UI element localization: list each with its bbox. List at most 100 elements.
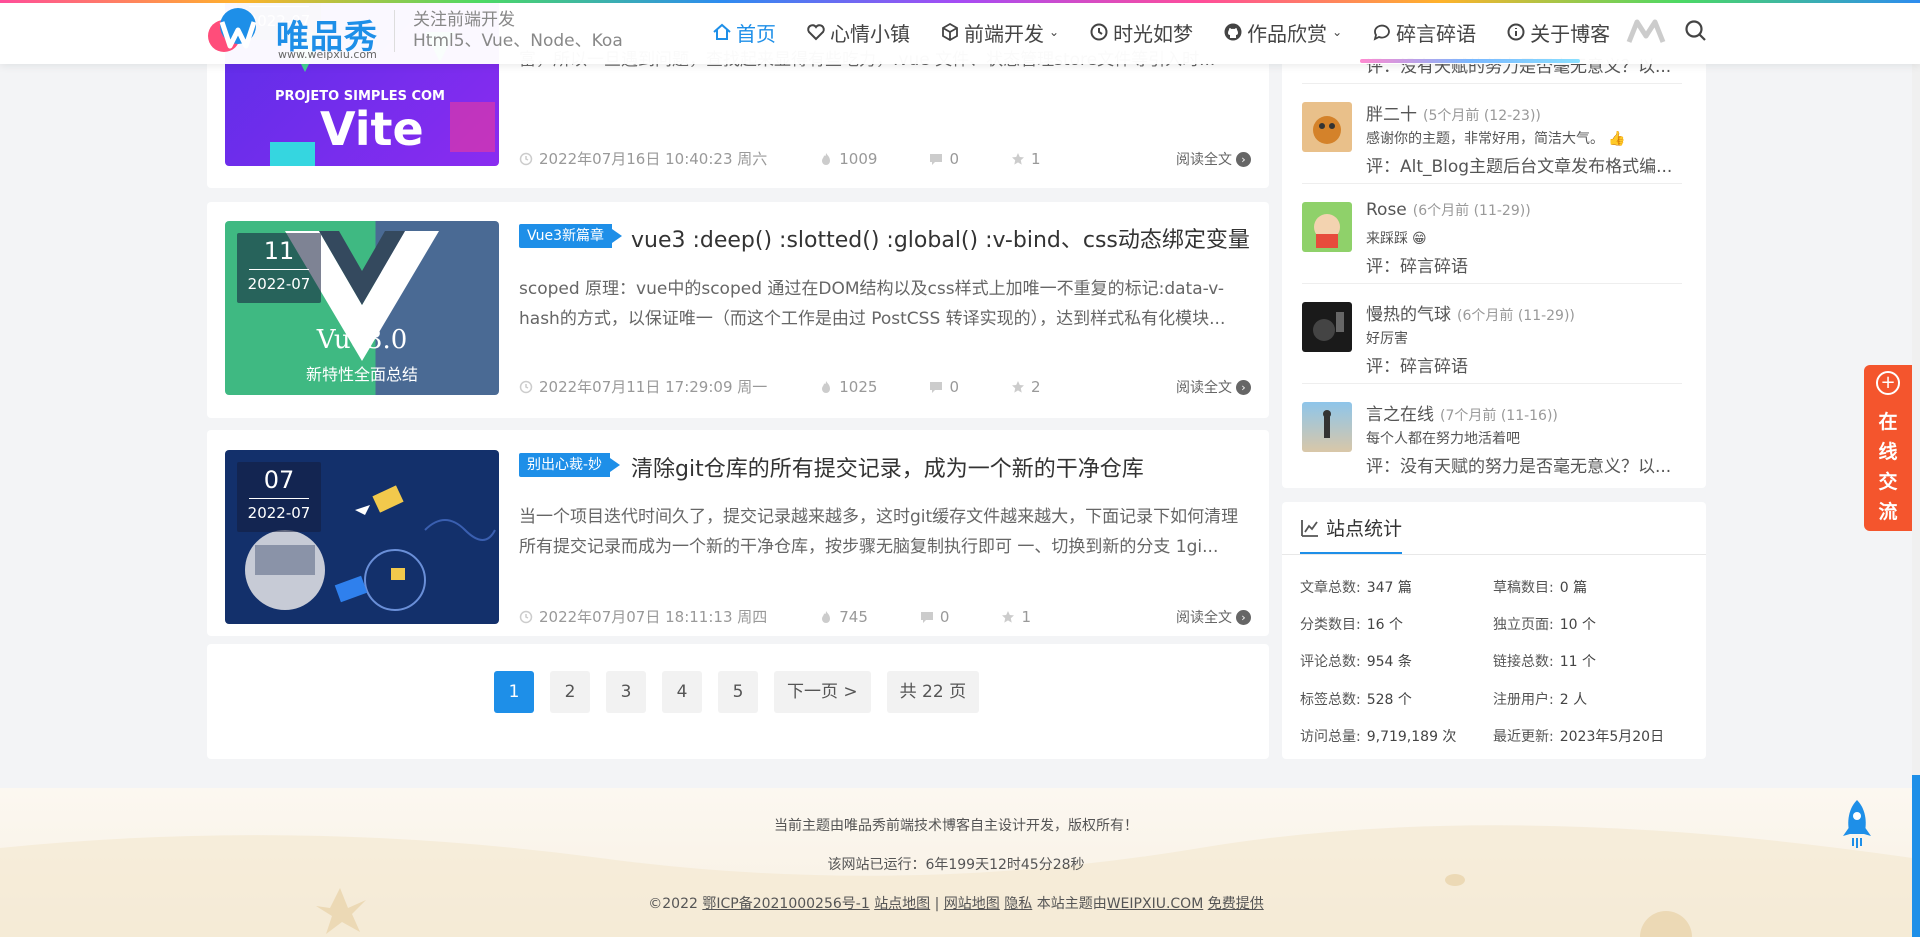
slogan-line2: Html5、Vue、Node、Koa	[413, 31, 623, 51]
nav-whisper[interactable]: 碎言碎语	[1372, 14, 1476, 50]
post-card: 07 2022-07 别出心裁-妙 清除git仓库的所有提交记录，成为一个新的干…	[207, 430, 1269, 636]
post-meta: 2022年07月16日 10:40:23 周六 1009 0 1	[519, 148, 1093, 169]
post-thumbnail[interactable]: Vue3.0 新特性全面总结 11 2022-07	[225, 221, 499, 395]
commenter-name-text: 言之在线	[1366, 405, 1434, 425]
privacy-link[interactable]: 隐私	[1004, 896, 1032, 912]
post-views-count: 1025	[839, 377, 878, 396]
stat-item: 独立页面: 10 个	[1493, 614, 1596, 634]
info-icon	[1507, 23, 1525, 41]
commenter-avatar[interactable]	[1302, 402, 1352, 452]
sitemap-link[interactable]: 站点地图	[874, 896, 930, 912]
site-logo[interactable]: 唯品秀 www.weipxiu.com	[206, 6, 396, 61]
stat-item: 链接总数: 11 个	[1493, 651, 1596, 671]
nav-works[interactable]: 作品欣赏 ⌄	[1223, 14, 1342, 50]
post-views-count: 1009	[839, 149, 878, 168]
comment-text: 每个人都在努力地活着吧	[1366, 431, 1520, 447]
commenter-avatar[interactable]	[1302, 102, 1352, 152]
post-views: 1009	[819, 150, 903, 168]
stats-title-text: 站点统计	[1326, 518, 1403, 540]
thumbs-up-icon: 👍	[1608, 131, 1626, 147]
comment-post-link[interactable]: 评：Alt_Blog主题后台文章发布格式编...	[1366, 152, 1682, 177]
stat-item: 评论总数: 954 条	[1300, 651, 1412, 671]
avatar-image	[1313, 312, 1344, 341]
rainbow-strip	[0, 0, 1920, 3]
stat-label: 链接总数:	[1493, 654, 1554, 670]
stat-item: 分类数目: 16 个	[1300, 614, 1403, 634]
post-category-tag[interactable]: 别出心裁-妙	[519, 453, 621, 477]
thumbnail-caption-2: 新特性全面总结	[305, 365, 418, 384]
post-time: 2022年07月16日 10:40:23 周六	[519, 148, 793, 169]
post-date-ym: 2022-07	[247, 504, 311, 522]
stat-label: 分类数目:	[1300, 617, 1361, 633]
nav-frontend[interactable]: 前端开发 ⌄	[940, 14, 1059, 50]
read-more-link[interactable]: 阅读全文 ›	[1176, 149, 1251, 169]
comment-post-link[interactable]: 评：碎言碎语	[1366, 252, 1682, 277]
page-button-5[interactable]: 5	[718, 671, 758, 713]
stats-title: 站点统计	[1300, 514, 1403, 554]
nav-about[interactable]: 关于博客	[1506, 14, 1610, 50]
next-page-button[interactable]: 下一页 >	[774, 671, 871, 713]
total-pages: 共 22 页	[886, 671, 980, 713]
nav-decoration-bar	[1360, 59, 1580, 63]
comment-post-link[interactable]: 评：碎言碎语	[1366, 352, 1682, 377]
read-more-link[interactable]: 阅读全文 ›	[1176, 607, 1251, 627]
commenter-name[interactable]: 言之在线 (7个月前 (11-16))	[1366, 400, 1558, 425]
read-more-link[interactable]: 阅读全文 ›	[1176, 377, 1251, 397]
nav-time[interactable]: 时光如梦	[1089, 14, 1193, 50]
commenter-name[interactable]: 慢热的气球 (6个月前 (11-29))	[1366, 300, 1575, 325]
chat-icon	[1373, 24, 1390, 41]
comment-post-link[interactable]: 评：没有天赋的努力是否毫无意义？以...	[1366, 452, 1682, 477]
stat-item: 最近更新: 2023年5月20日	[1493, 726, 1664, 746]
nav-mood[interactable]: 心情小镇	[806, 14, 910, 50]
stat-label: 标签总数:	[1300, 692, 1361, 708]
pagination: 1 2 3 4 5 下一页 > 共 22 页	[494, 671, 995, 713]
stat-value: 16 个	[1366, 617, 1403, 633]
stat-item: 标签总数: 528 个	[1300, 689, 1412, 709]
post-thumbnail[interactable]: 07 2022-07	[225, 450, 499, 624]
star-icon	[1002, 610, 1015, 623]
post-title[interactable]: 清除git仓库的所有提交记录，成为一个新的干净仓库	[631, 451, 1144, 483]
stat-item: 访问总量: 9,719,189 次	[1300, 726, 1456, 746]
post-likes: 1	[1011, 150, 1067, 168]
post-title[interactable]: vue3 :deep() :slotted() :global() :v-bin…	[631, 222, 1250, 254]
post-date-day: 07	[263, 466, 295, 494]
grin-face-icon: 😁	[1412, 231, 1427, 247]
commenter-avatar[interactable]	[1302, 202, 1352, 252]
search-icon[interactable]	[1683, 18, 1709, 44]
stat-value: 528 个	[1366, 692, 1412, 708]
commenter-avatar[interactable]	[1302, 302, 1352, 352]
back-to-top-rocket-icon[interactable]	[1840, 798, 1874, 850]
post-category-tag[interactable]: Vue3新篇章	[519, 224, 623, 248]
theme-credit-link[interactable]: WEIPXIU.COM	[1107, 896, 1204, 912]
post-likes-count: 1	[1021, 607, 1031, 626]
post-time-text: 2022年07月07日 18:11:13 周四	[539, 608, 768, 626]
commenter-name[interactable]: 胖二十 (5个月前 (12-23))	[1366, 100, 1541, 125]
chevron-right-icon: ›	[1236, 609, 1251, 625]
post-date-ym: 2022-07	[247, 275, 311, 293]
theme-credit-suffix[interactable]: 免费提供	[1208, 896, 1264, 912]
chevron-down-icon: ⌄	[1049, 25, 1060, 39]
avatar-image	[1314, 214, 1340, 248]
site-stats-widget: 站点统计 文章总数: 347 篇 草稿数目: 0 篇 分类数目: 16 个 独立页面:…	[1282, 502, 1706, 759]
site-map-link[interactable]: 网站地图	[944, 896, 1000, 912]
page-button-3[interactable]: 3	[606, 671, 646, 713]
icp-link[interactable]: 鄂ICP备2021000256号-1	[702, 896, 869, 912]
commenter-name[interactable]: Rose (6个月前 (11-29))	[1366, 200, 1531, 220]
page-button-1[interactable]: 1	[494, 671, 534, 713]
post-card: Vue3.0 新特性全面总结 11 2022-07 Vue3新篇章 vue3 :…	[207, 202, 1269, 418]
post-views: 1025	[819, 378, 903, 396]
comment-item: Rose (6个月前 (11-29)) 来踩踩 😁 评：碎言碎语	[1302, 184, 1682, 284]
stat-label: 独立页面:	[1493, 617, 1554, 633]
scrollbar-thumb[interactable]	[1912, 775, 1920, 937]
plus-icon: +	[1876, 371, 1900, 395]
page-button-4[interactable]: 4	[662, 671, 702, 713]
nav-home[interactable]: 首页	[712, 14, 776, 50]
page-button-2[interactable]: 2	[550, 671, 590, 713]
pagination-panel: 1 2 3 4 5 下一页 > 共 22 页	[207, 644, 1269, 759]
heart-icon	[807, 24, 825, 41]
comment-text: 感谢你的主题，非常好用，简洁大气。 👍	[1366, 128, 1625, 148]
comment-time: (5个月前 (12-23))	[1423, 108, 1541, 124]
user-avatar-icon[interactable]	[1625, 16, 1667, 46]
fire-icon	[822, 610, 831, 623]
online-chat-button[interactable]: + 在线交流	[1864, 365, 1912, 531]
